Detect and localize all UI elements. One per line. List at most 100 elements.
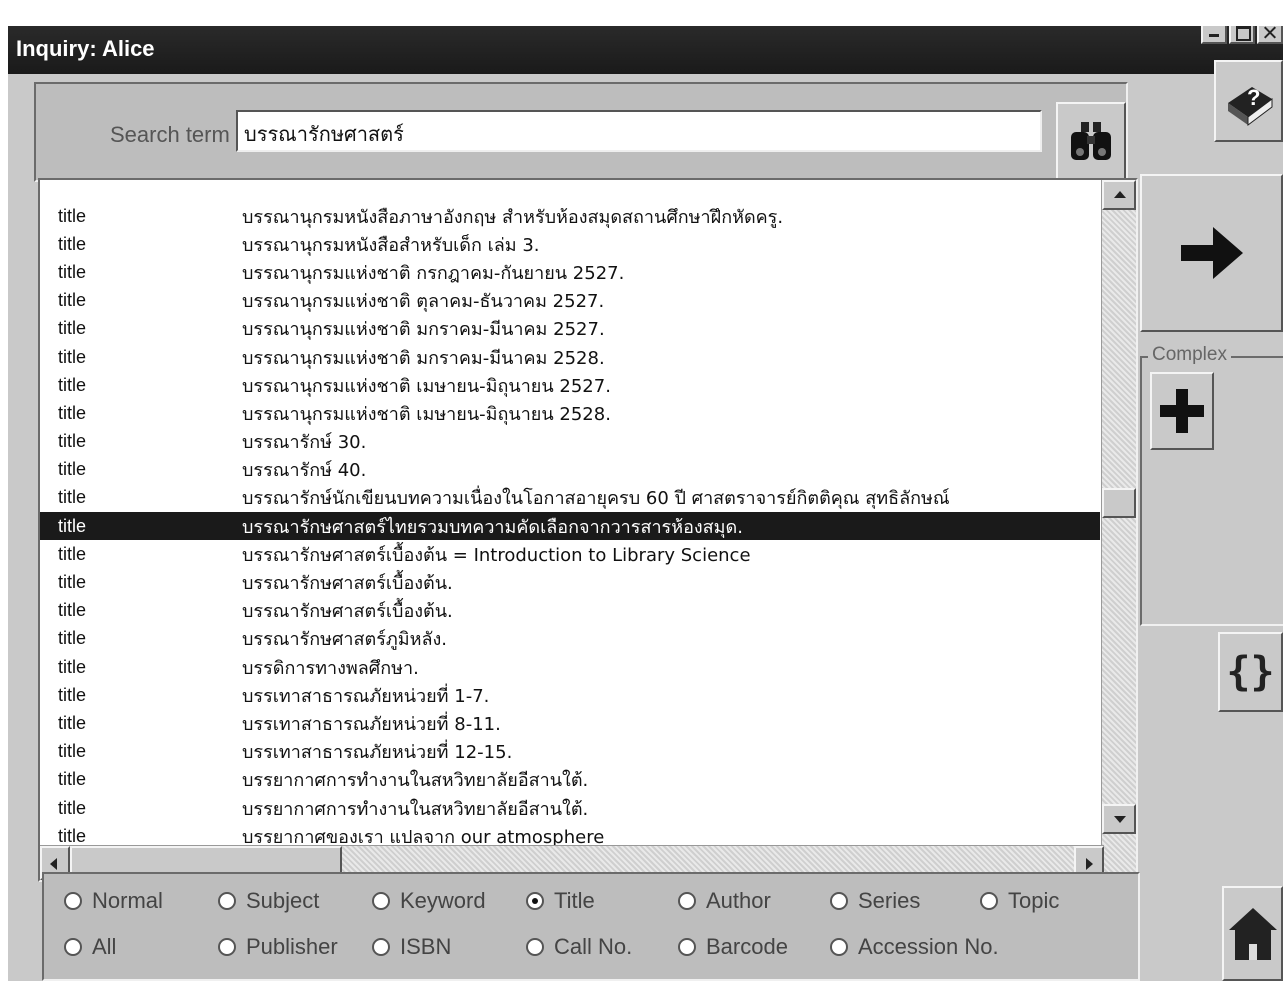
- add-criteria-button[interactable]: [1150, 372, 1214, 450]
- result-row[interactable]: title บรรยากาศการทำงานในสหวิทยาลัยอีสานใต…: [40, 794, 1100, 822]
- maximize-button[interactable]: [1229, 26, 1255, 44]
- braces-button[interactable]: {}: [1218, 632, 1283, 712]
- result-value: บรรเทาสาธารณภัยหน่วยที่ 1-7.: [242, 685, 490, 707]
- result-row[interactable]: title บรรณานุกรมแห่งชาติ เมษายน-มิถุนายน …: [40, 399, 1100, 427]
- result-row[interactable]: title บรรเทาสาธารณภัยหน่วยที่ 1-7.: [40, 681, 1100, 709]
- result-value: บรรณานุกรมแห่งชาติ มกราคม-มีนาคม 2527.: [242, 319, 605, 341]
- result-row[interactable]: title บรรณานุกรมแห่งชาติ มกราคม-มีนาคม 25…: [40, 315, 1100, 343]
- radio-normal[interactable]: Normal: [64, 888, 163, 914]
- result-value: บรรณารักษศาสตร์เบื้องต้น = Introduction …: [242, 544, 751, 566]
- complex-label: Complex: [1148, 344, 1231, 366]
- radio-dot-icon: [218, 892, 236, 910]
- result-row[interactable]: title บรรณานุกรมหนังสือสำหรับเด็ก เล่ม 3.: [40, 230, 1100, 258]
- result-field: title: [58, 459, 87, 480]
- results-list[interactable]: title บรรณานุกรมหนังสือภาษาอังกฤษ สำหรับห…: [38, 178, 1138, 882]
- result-value: บรรยากาศการทำงานในสหวิทยาลัยอีสานใต้.: [242, 798, 589, 820]
- result-value: บรรณานุกรมหนังสือภาษาอังกฤษ สำหรับห้องสม…: [242, 206, 784, 228]
- result-value: บรรณานุกรมแห่งชาติ เมษายน-มิถุนายน 2527.: [242, 375, 611, 397]
- radio-dot-icon: [526, 938, 544, 956]
- results-rows: title บรรณานุกรมหนังสือภาษาอังกฤษ สำหรับห…: [40, 202, 1100, 850]
- result-row[interactable]: title บรรณารักษศาสตร์ภูมิหลัง.: [40, 625, 1100, 653]
- result-row[interactable]: title บรรเทาสาธารณภัยหน่วยที่ 12-15.: [40, 738, 1100, 766]
- result-field: title: [58, 825, 87, 846]
- go-button[interactable]: [1140, 174, 1283, 332]
- result-row[interactable]: title บรรยากาศการทำงานในสหวิทยาลัยอีสานใต…: [40, 766, 1100, 794]
- result-field: title: [58, 346, 87, 367]
- vertical-scroll-thumb[interactable]: [1102, 488, 1136, 518]
- result-row[interactable]: title บรรณารักษ์ 40.: [40, 456, 1100, 484]
- radio-topic[interactable]: Topic: [980, 888, 1059, 914]
- radio-keyword[interactable]: Keyword: [372, 888, 486, 914]
- radio-dot-icon: [980, 892, 998, 910]
- result-field: title: [58, 402, 87, 423]
- window-controls: [1201, 26, 1283, 44]
- result-field: title: [58, 741, 87, 762]
- scroll-up-button[interactable]: [1102, 180, 1136, 210]
- radio-dot-icon: [218, 938, 236, 956]
- result-value: บรรณานุกรมแห่งชาติ ตุลาคม-ธันวาคม 2527.: [242, 291, 605, 313]
- help-book-icon: ?: [1227, 85, 1272, 126]
- radio-dot-icon: [526, 892, 544, 910]
- home-icon: [1228, 907, 1277, 960]
- title-bar: Inquiry: Alice: [8, 26, 1283, 74]
- search-term-label: Search term: [110, 122, 230, 147]
- result-row[interactable]: title บรรณารักษ์นักเขียนบทความเนื่องในโอก…: [40, 484, 1100, 512]
- radio-dot-icon: [372, 938, 390, 956]
- minimize-button[interactable]: [1201, 26, 1227, 44]
- result-value: บรรณารักษ์นักเขียนบทความเนื่องในโอกาสอาย…: [242, 488, 950, 510]
- plus-icon: [1160, 389, 1204, 433]
- radio-dot-icon: [372, 892, 390, 910]
- scroll-down-button[interactable]: [1102, 804, 1136, 834]
- braces-icon: {}: [1226, 649, 1275, 695]
- result-value: บรรณานุกรมแห่งชาติ กรกฎาคม-กันยายน 2527.: [242, 262, 625, 284]
- result-field: title: [58, 543, 87, 564]
- radio-publisher[interactable]: Publisher: [218, 934, 338, 960]
- close-button[interactable]: [1257, 26, 1283, 44]
- help-button[interactable]: ?: [1214, 60, 1283, 142]
- result-row[interactable]: title บรรณารักษศาสตร์เบื้องต้น = Introduc…: [40, 540, 1100, 568]
- window-title: Inquiry: Alice: [16, 36, 155, 61]
- result-field: title: [58, 233, 87, 254]
- result-row[interactable]: title บรรณานุกรมหนังสือภาษาอังกฤษ สำหรับห…: [40, 202, 1100, 230]
- result-row[interactable]: title บรรดิการทางพลศึกษา.: [40, 653, 1100, 681]
- result-value: บรรณารักษ์ 30.: [242, 432, 367, 454]
- radio-label: Title: [554, 888, 595, 913]
- result-row[interactable]: title บรรณารักษ์ 30.: [40, 428, 1100, 456]
- radio-subject[interactable]: Subject: [218, 888, 319, 914]
- radio-label: All: [92, 934, 117, 959]
- radio-call-no[interactable]: Call No.: [526, 934, 632, 960]
- result-field: title: [58, 684, 87, 705]
- binoculars-icon: [1071, 122, 1111, 160]
- radio-isbn[interactable]: ISBN: [372, 934, 451, 960]
- result-row[interactable]: title บรรณานุกรมแห่งชาติ เมษายน-มิถุนายน …: [40, 371, 1100, 399]
- search-term-input[interactable]: บรรณารักษศาสตร์: [236, 110, 1042, 152]
- result-field: title: [58, 290, 87, 311]
- vertical-scrollbar[interactable]: [1101, 180, 1136, 880]
- result-row[interactable]: title บรรณานุกรมแห่งชาติ ตุลาคม-ธันวาคม 2…: [40, 287, 1100, 315]
- result-field: title: [58, 656, 87, 677]
- radio-series[interactable]: Series: [830, 888, 920, 914]
- radio-barcode[interactable]: Barcode: [678, 934, 788, 960]
- result-row[interactable]: title บรรณานุกรมแห่งชาติ มกราคม-มีนาคม 25…: [40, 343, 1100, 371]
- radio-dot-icon: [678, 938, 696, 956]
- radio-accession-no[interactable]: Accession No.: [830, 934, 999, 960]
- radio-author[interactable]: Author: [678, 888, 771, 914]
- home-button[interactable]: [1222, 886, 1283, 981]
- result-field: title: [58, 797, 87, 818]
- radio-label: Series: [858, 888, 921, 913]
- radio-title[interactable]: Title: [526, 888, 595, 914]
- result-row[interactable]: title บรรณารักษศาสตร์เบื้องต้น.: [40, 597, 1100, 625]
- result-value: บรรณารักษศาสตร์เบื้องต้น.: [242, 573, 453, 595]
- result-row[interactable]: title บรรณารักษศาสตร์เบื้องต้น.: [40, 568, 1100, 596]
- result-row[interactable]: title บรรณารักษศาสตร์ไทยรวมบทความคัดเลือก…: [40, 512, 1100, 541]
- result-field: title: [58, 600, 87, 621]
- radio-label: Author: [706, 888, 771, 913]
- result-row[interactable]: title บรรเทาสาธารณภัยหน่วยที่ 8-11.: [40, 709, 1100, 737]
- result-value: บรรเทาสาธารณภัยหน่วยที่ 12-15.: [242, 742, 513, 764]
- radio-label: Normal: [92, 888, 163, 913]
- radio-all[interactable]: All: [64, 934, 116, 960]
- find-button[interactable]: [1056, 102, 1126, 180]
- result-field: title: [58, 205, 87, 226]
- result-row[interactable]: title บรรณานุกรมแห่งชาติ กรกฎาคม-กันยายน …: [40, 258, 1100, 286]
- result-value: บรรณานุกรมแห่งชาติ เมษายน-มิถุนายน 2528.: [242, 403, 611, 425]
